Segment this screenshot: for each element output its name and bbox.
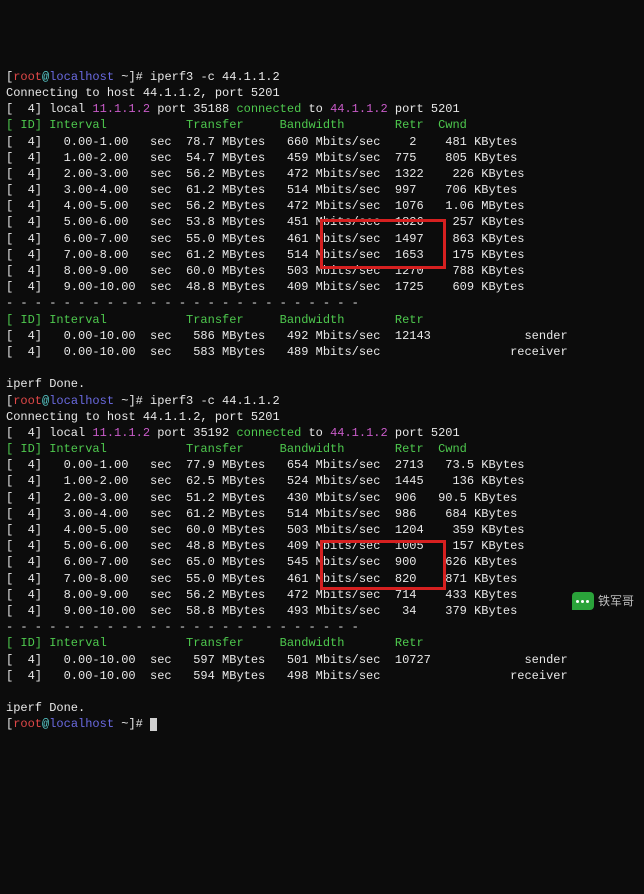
table-row: [ 4] 4.00-5.00 sec 56.2 MBytes 472 Mbits… bbox=[6, 198, 638, 214]
table-header: [ ID] Interval Transfer Bandwidth Retr C… bbox=[6, 441, 638, 457]
wechat-icon bbox=[572, 592, 594, 610]
separator: - - - - - - - - - - - - - - - - - - - - … bbox=[6, 619, 638, 635]
table-row: [ 4] 9.00-10.00 sec 48.8 MBytes 409 Mbit… bbox=[6, 279, 638, 295]
table-header: [ ID] Interval Transfer Bandwidth Retr C… bbox=[6, 117, 638, 133]
table-row: [ 4] 5.00-6.00 sec 48.8 MBytes 409 Mbits… bbox=[6, 538, 638, 554]
watermark-text: 铁军哥 bbox=[598, 593, 634, 609]
table-row: [ 4] 7.00-8.00 sec 61.2 MBytes 514 Mbits… bbox=[6, 247, 638, 263]
summary-receiver: [ 4] 0.00-10.00 sec 583 MBytes 489 Mbits… bbox=[6, 344, 638, 360]
done-line: iperf Done. bbox=[6, 700, 638, 716]
local-line: [ 4] local 11.1.1.2 port 35188 connected… bbox=[6, 101, 638, 117]
table-row: [ 4] 5.00-6.00 sec 53.8 MBytes 451 Mbits… bbox=[6, 214, 638, 230]
table-row: [ 4] 7.00-8.00 sec 55.0 MBytes 461 Mbits… bbox=[6, 571, 638, 587]
table-row: [ 4] 9.00-10.00 sec 58.8 MBytes 493 Mbit… bbox=[6, 603, 638, 619]
terminal-output: [root@localhost ~]# iperf3 -c 44.1.1.2Co… bbox=[6, 69, 638, 733]
table-row: [ 4] 6.00-7.00 sec 65.0 MBytes 545 Mbits… bbox=[6, 554, 638, 570]
table-row: [ 4] 4.00-5.00 sec 60.0 MBytes 503 Mbits… bbox=[6, 522, 638, 538]
table-row: [ 4] 1.00-2.00 sec 62.5 MBytes 524 Mbits… bbox=[6, 473, 638, 489]
table-row: [ 4] 2.00-3.00 sec 56.2 MBytes 472 Mbits… bbox=[6, 166, 638, 182]
local-line: [ 4] local 11.1.1.2 port 35192 connected… bbox=[6, 425, 638, 441]
blank bbox=[6, 684, 638, 700]
summary-sender: [ 4] 0.00-10.00 sec 597 MBytes 501 Mbits… bbox=[6, 652, 638, 668]
connecting-line: Connecting to host 44.1.1.2, port 5201 bbox=[6, 85, 638, 101]
shell-prompt[interactable]: [root@localhost ~]# bbox=[6, 716, 638, 732]
summary-sender: [ 4] 0.00-10.00 sec 586 MBytes 492 Mbits… bbox=[6, 328, 638, 344]
summary-header: [ ID] Interval Transfer Bandwidth Retr bbox=[6, 312, 638, 328]
shell-prompt[interactable]: [root@localhost ~]# iperf3 -c 44.1.1.2 bbox=[6, 69, 638, 85]
table-row: [ 4] 0.00-1.00 sec 78.7 MBytes 660 Mbits… bbox=[6, 134, 638, 150]
table-row: [ 4] 3.00-4.00 sec 61.2 MBytes 514 Mbits… bbox=[6, 506, 638, 522]
cursor bbox=[150, 718, 157, 731]
table-row: [ 4] 2.00-3.00 sec 51.2 MBytes 430 Mbits… bbox=[6, 490, 638, 506]
separator: - - - - - - - - - - - - - - - - - - - - … bbox=[6, 295, 638, 311]
summary-header: [ ID] Interval Transfer Bandwidth Retr bbox=[6, 635, 638, 651]
table-row: [ 4] 8.00-9.00 sec 60.0 MBytes 503 Mbits… bbox=[6, 263, 638, 279]
watermark: 铁军哥 bbox=[572, 592, 634, 610]
table-row: [ 4] 6.00-7.00 sec 55.0 MBytes 461 Mbits… bbox=[6, 231, 638, 247]
summary-receiver: [ 4] 0.00-10.00 sec 594 MBytes 498 Mbits… bbox=[6, 668, 638, 684]
table-row: [ 4] 1.00-2.00 sec 54.7 MBytes 459 Mbits… bbox=[6, 150, 638, 166]
shell-prompt[interactable]: [root@localhost ~]# iperf3 -c 44.1.1.2 bbox=[6, 393, 638, 409]
table-row: [ 4] 3.00-4.00 sec 61.2 MBytes 514 Mbits… bbox=[6, 182, 638, 198]
done-line: iperf Done. bbox=[6, 376, 638, 392]
blank bbox=[6, 360, 638, 376]
connecting-line: Connecting to host 44.1.1.2, port 5201 bbox=[6, 409, 638, 425]
table-row: [ 4] 8.00-9.00 sec 56.2 MBytes 472 Mbits… bbox=[6, 587, 638, 603]
table-row: [ 4] 0.00-1.00 sec 77.9 MBytes 654 Mbits… bbox=[6, 457, 638, 473]
